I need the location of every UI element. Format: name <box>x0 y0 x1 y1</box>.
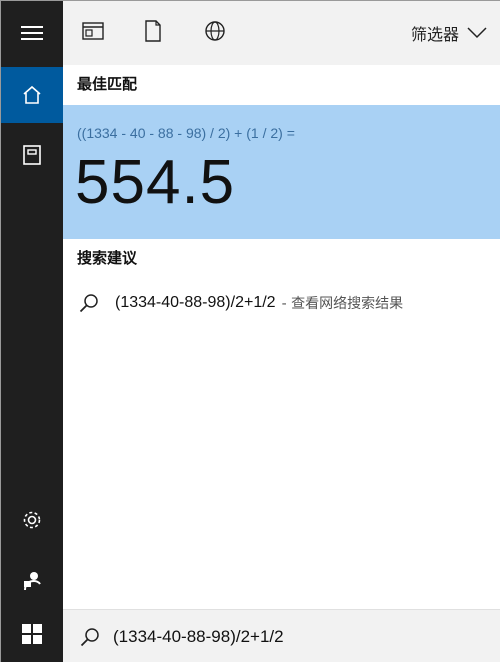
home-button[interactable] <box>1 67 63 123</box>
filter-dropdown[interactable]: 筛选器 <box>411 21 487 45</box>
calculator-result-card[interactable]: ((1334 - 40 - 88 - 98) / 2) + (1 / 2) = … <box>63 105 500 239</box>
left-rail <box>1 1 63 662</box>
start-button[interactable] <box>1 609 63 662</box>
list-item[interactable]: (1334-40-88-98)/2+1/2 - 查看网络搜索结果 <box>63 283 500 323</box>
calculation-expression: ((1334 - 40 - 88 - 98) / 2) + (1 / 2) = <box>77 125 295 141</box>
menu-button[interactable] <box>1 5 63 61</box>
calculation-result: 554.5 <box>75 148 236 217</box>
feedback-icon <box>21 570 43 592</box>
suggestion-hint: - 查看网络搜索结果 <box>281 296 404 312</box>
home-icon <box>22 85 42 105</box>
apps-filter-button[interactable] <box>79 19 107 47</box>
search-bar <box>63 609 500 662</box>
search-icon <box>77 624 103 650</box>
filter-label: 筛选器 <box>410 25 459 44</box>
app-window-icon <box>82 22 104 44</box>
document-icon <box>144 20 162 46</box>
globe-icon <box>204 20 226 46</box>
settings-button[interactable] <box>1 492 63 548</box>
results-toolbar: 筛选器 <box>63 1 500 65</box>
web-filter-button[interactable] <box>201 19 229 47</box>
search-icon <box>77 291 101 315</box>
hamburger-icon <box>21 25 43 41</box>
gear-icon <box>21 509 43 531</box>
notebook-icon <box>22 144 42 166</box>
suggestions-heading: 搜索建议 <box>77 249 138 267</box>
chevron-down-icon <box>467 24 487 43</box>
documents-filter-button[interactable] <box>139 19 167 47</box>
best-match-heading: 最佳匹配 <box>77 75 138 93</box>
notebook-button[interactable] <box>1 127 63 183</box>
suggestion-query: (1334-40-88-98)/2+1/2 <box>115 294 276 311</box>
windows-logo-icon <box>22 624 42 648</box>
results-pane: 筛选器 最佳匹配 ((1334 - 40 - 88 - 98) / 2) + (… <box>63 1 500 609</box>
feedback-button[interactable] <box>1 553 63 609</box>
search-window: 筛选器 最佳匹配 ((1334 - 40 - 88 - 98) / 2) + (… <box>0 0 500 662</box>
search-input[interactable] <box>113 626 453 647</box>
